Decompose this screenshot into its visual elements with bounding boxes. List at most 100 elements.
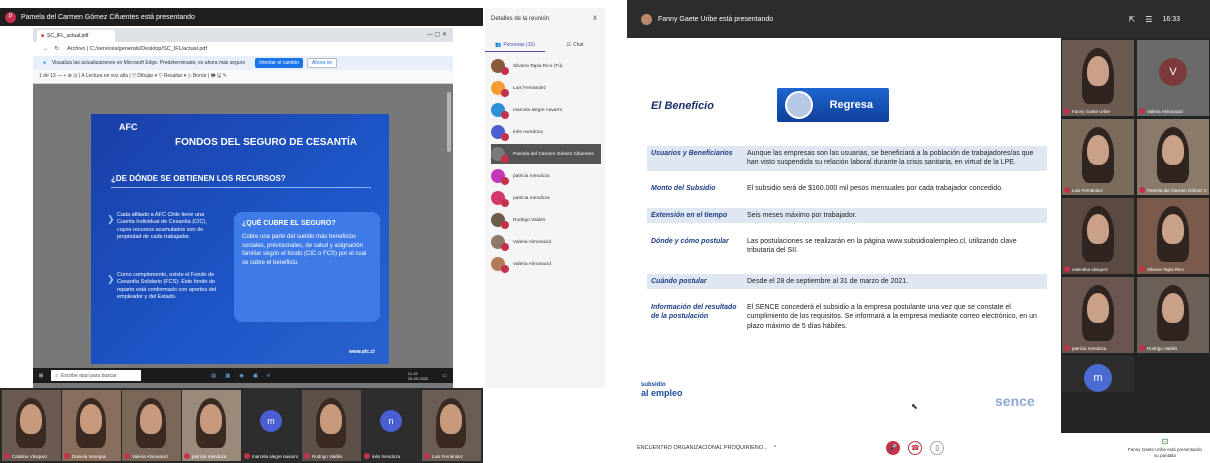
meeting-clock: 16:33 [1162, 15, 1180, 23]
video-tile[interactable]: Fanny Gaete Uribe [1062, 40, 1134, 116]
video-tile[interactable]: Catalina Vásquez [2, 390, 61, 461]
video-tile[interactable]: patricia mendoza [1062, 277, 1134, 353]
tab-chat-label: Chat [572, 42, 584, 48]
video-tile[interactable]: Daniela Venegas [62, 390, 121, 461]
subsidio-al-empleo-logo: subsidio al empleo [641, 382, 683, 397]
more-button[interactable]: ▯ [930, 441, 945, 455]
video-tile[interactable]: n inés mendoza [362, 390, 421, 461]
hangup-button[interactable]: ☎ [908, 441, 923, 455]
bullet-marker-icon: ❯ [107, 214, 115, 224]
video-tile[interactable]: V Valeria Almonacid [1137, 40, 1209, 116]
slide-bullet-2: Como complemento, existe el Fondo de Ces… [117, 272, 217, 301]
mic-off-button[interactable]: 🎤 [886, 441, 901, 455]
mic-muted-icon [501, 111, 509, 119]
participant-item[interactable]: Valeria Almonacid [491, 254, 601, 274]
share-status: ⊡ Fanny Gaete Uribe está presentando su … [1126, 437, 1204, 459]
video-tile[interactable]: Rodrigo Valdés [302, 390, 361, 461]
video-tile-label: marcela alegre navarro [244, 453, 298, 459]
reload-icon[interactable]: ↻ [55, 46, 60, 52]
mic-muted-icon [244, 453, 250, 459]
left-meeting-window: P Pamela del Carmen Gómez Cifuentes está… [0, 0, 605, 463]
participant-item[interactable]: Rodrigo Valdés [491, 210, 601, 230]
participant-initial-avatar: n [380, 410, 402, 432]
participant-avatar [491, 257, 509, 273]
pdf-toolbar[interactable]: 1 de 13 — + ⊕ ⊡ | A Lectura en voz alta … [33, 70, 453, 84]
taskbar-clock: 11:15 29-09-2020 [407, 370, 429, 381]
video-tile[interactable]: Luis Fernández [1062, 119, 1134, 195]
participant-item[interactable]: Luis Fernández [491, 78, 601, 98]
list-icon[interactable]: ☰ [1145, 15, 1152, 24]
participant-item[interactable]: Pamela del Carmen Gómez Cifuentes [491, 144, 601, 164]
participant-item[interactable]: Valeria Almonacid [491, 232, 601, 252]
mic-muted-icon [501, 67, 509, 75]
video-tile[interactable]: valentina vásquez [1062, 198, 1134, 274]
presenter-banner-text: Pamela del Carmen Gómez Cifuentes está p… [21, 13, 195, 21]
windows-start-icon[interactable]: ⊞ [39, 373, 43, 379]
mic-muted-icon [1139, 187, 1145, 193]
video-tile-name: Rodrigo Valdés [312, 453, 343, 459]
video-tile[interactable]: Pamela del Carmen Gómez C [1137, 119, 1209, 195]
benefit-row-value: Las postulaciones se realizarán en la pá… [747, 238, 1017, 255]
right-meeting-window: Fanny Gaete Uribe está presentando ⇱ ☰ 1… [627, 0, 1210, 463]
participant-video [1087, 135, 1109, 165]
pdf-viewer[interactable]: AFC FONDOS DEL SEGURO DE CESANTÍA ¿DE DÓ… [33, 84, 453, 388]
mic-muted-icon [501, 133, 509, 141]
participant-initial-avatar: V [1159, 58, 1187, 86]
mic-muted-icon [1064, 345, 1070, 351]
video-tile-name: Valeria Almonacid [132, 453, 168, 459]
video-tile[interactable]: Rodrigo Valdés [1137, 277, 1209, 353]
notice-primary-button[interactable]: Intentar el cambio [255, 58, 303, 68]
afc-slide: AFC FONDOS DEL SEGURO DE CESANTÍA ¿DE DÓ… [91, 114, 389, 364]
video-tile[interactable]: Silvana Tapia Rico [1137, 198, 1209, 274]
participant-avatar [491, 191, 509, 207]
chat-icon: ☷ [566, 42, 571, 48]
participant-video [140, 404, 162, 434]
url-text[interactable]: Archivo | C:/services/generals/Desktop/S… [67, 46, 207, 52]
video-tile-label: patricia mendoza [184, 453, 226, 459]
participant-item[interactable]: marcela alegre navarro [491, 100, 601, 120]
afc-logo: AFC [119, 122, 138, 132]
participant-item[interactable]: inés mendoza [491, 122, 601, 142]
participant-item[interactable]: patricia mendoza [491, 188, 601, 208]
benefit-row-value: El subsidio será de $160.000 mil pesos m… [747, 185, 1004, 192]
chevron-up-icon[interactable]: ^ [774, 445, 777, 451]
participant-avatar [491, 213, 509, 229]
tab-chat[interactable]: ☷ Chat [545, 38, 605, 52]
share-icon[interactable]: ⇱ [1129, 15, 1136, 24]
taskbar-search[interactable]: ⌕ Escribe aquí para buscar [51, 370, 142, 381]
video-tile-name: Silvana Tapia Rico [1147, 266, 1184, 272]
close-icon[interactable]: X [593, 16, 597, 22]
tab-people[interactable]: 👥 Personas (15) [485, 38, 545, 52]
benefit-row-value: Desde el 28 de septiembre al 31 de marzo… [747, 278, 909, 285]
video-tile[interactable]: Valeria Almonacid [122, 390, 181, 461]
right-call-bar: ENCUENTRO ORGANIZACIONAL PROQUIRIENO... … [627, 433, 1210, 463]
video-tile-name: Pamela del Carmen Gómez C [1147, 187, 1208, 193]
participant-avatar [491, 59, 509, 75]
taskbar-apps-icon[interactable]: ▤ ▦ ◉ ▣ e [211, 373, 274, 379]
notice-secondary-button[interactable]: Ahora no [306, 58, 338, 68]
video-tile-name: marcela alegre navarro [252, 453, 299, 459]
video-tile[interactable]: Luis Fernández [422, 390, 481, 461]
right-participant-grid: Fanny Gaete Uribe V Valeria Almonacid Luis … [1061, 38, 1210, 433]
benefit-row-value: El SENCE concederá el subsidio a la empr… [747, 304, 1037, 330]
slide-box-text: Cubre una parte del sueldo más beneficio… [242, 234, 367, 267]
window-controls[interactable]: — ▢ ✕ [427, 31, 447, 38]
participant-item[interactable]: patricia mendoza [491, 166, 601, 186]
back-icon[interactable]: ← [43, 46, 49, 52]
video-tile-label: Daniela Venegas [64, 453, 106, 459]
video-tile[interactable]: m marcela alegre navarro [242, 390, 301, 461]
participant-video [1087, 293, 1109, 323]
address-bar[interactable]: ← ↻ Archivo | C:/services/generals/Deskt… [33, 42, 453, 56]
regresa-refresh-icon [785, 91, 813, 119]
pdf-scrollbar[interactable] [447, 92, 451, 152]
video-tile-name: Daniela Venegas [72, 453, 107, 459]
mic-muted-icon [501, 199, 509, 207]
mic-muted-icon [1064, 108, 1070, 114]
participant-item[interactable]: Silvana Tapia Rico (Tú) [491, 56, 601, 76]
video-tile[interactable]: m [1062, 356, 1134, 392]
participant-name: marcela alegre navarro [513, 107, 563, 113]
bullet-marker-icon: ❯ [107, 274, 115, 284]
browser-tab[interactable]: ■ SC_IFL_actual.pdf [37, 30, 115, 42]
video-tile[interactable]: patricia mendoza [182, 390, 241, 461]
notification-icon[interactable]: ▭ [442, 373, 447, 379]
